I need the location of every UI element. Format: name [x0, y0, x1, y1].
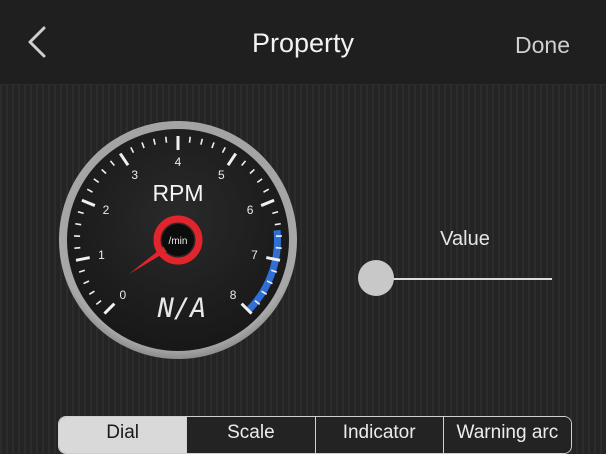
gauge-scale-label: 2 — [103, 203, 110, 217]
gauge-scale-label: 0 — [120, 288, 127, 302]
tab-warning-arc[interactable]: Warning arc — [443, 417, 571, 453]
gauge-scale-label: 6 — [247, 203, 254, 217]
gauge-scale-label: 5 — [218, 168, 225, 182]
gauge-hub-label: /min — [169, 236, 188, 247]
gauge-scale-label: 8 — [230, 288, 237, 302]
tab-dial[interactable]: Dial — [59, 417, 186, 453]
gauge-unit-title: RPM — [152, 180, 203, 206]
slider-track[interactable] — [376, 278, 552, 280]
gauge-scale-label: 4 — [175, 155, 182, 169]
gauge-minor-tick — [275, 224, 281, 225]
value-label: Value — [410, 228, 520, 251]
slider-thumb[interactable] — [358, 260, 394, 296]
rpm-gauge: 0 1 2 3 4 5 6 7 8 RPM /min N/A — [58, 120, 298, 360]
value-slider[interactable] — [358, 260, 554, 298]
gauge-minor-tick — [75, 224, 81, 225]
property-tabs: Dial Scale Indicator Warning arc — [58, 416, 572, 454]
tab-scale[interactable]: Scale — [186, 417, 314, 453]
gauge-minor-tick — [190, 137, 191, 143]
gauge-scale-label: 7 — [251, 248, 258, 262]
gauge-minor-tick — [166, 137, 167, 143]
done-button[interactable]: Done — [515, 32, 570, 59]
top-bar: Property Done — [0, 0, 606, 85]
gauge-scale-label: 3 — [131, 168, 138, 182]
gauge-readout: N/A — [157, 293, 207, 324]
gauge-scale-label: 1 — [98, 248, 105, 262]
tab-indicator[interactable]: Indicator — [315, 417, 443, 453]
rpm-gauge-graphic: 0 1 2 3 4 5 6 7 8 RPM /min N/A — [58, 120, 298, 360]
